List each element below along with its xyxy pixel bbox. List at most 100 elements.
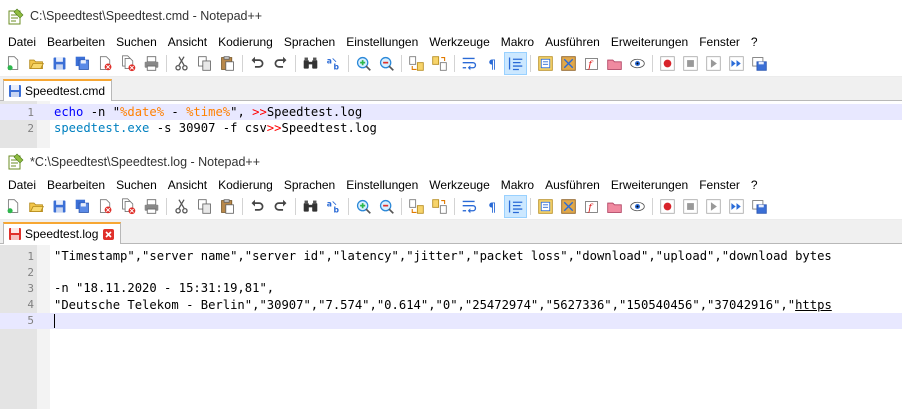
menu-bearbeiten[interactable]: Bearbeiten <box>41 35 110 49</box>
play-macro-icon[interactable] <box>703 53 724 74</box>
save-icon[interactable] <box>49 196 70 217</box>
close-all-icon[interactable] <box>118 53 139 74</box>
menu-fenster[interactable]: Fenster <box>693 35 745 49</box>
menu-makro[interactable]: Makro <box>495 178 539 192</box>
view-in-browser-icon[interactable] <box>627 53 648 74</box>
tab-speedtest-log[interactable]: Speedtest.log <box>3 222 122 244</box>
url-link[interactable]: https <box>795 298 832 312</box>
record-macro-icon[interactable] <box>657 53 678 74</box>
open-file-icon[interactable] <box>26 196 47 217</box>
indent-guide-icon[interactable] <box>504 195 527 218</box>
function-list-icon[interactable] <box>558 196 579 217</box>
editor-area[interactable]: 1 echo -n "%date% - %time%", >>Speedtest… <box>0 101 902 148</box>
document-map-icon[interactable] <box>535 196 556 217</box>
show-all-chars-icon[interactable]: ¶ <box>482 53 503 74</box>
stop-macro-icon[interactable] <box>680 53 701 74</box>
title-bar[interactable]: *C:\Speedtest\Speedtest.log - Notepad++ <box>0 148 902 175</box>
stop-macro-icon[interactable] <box>680 196 701 217</box>
word-wrap-icon[interactable] <box>459 53 480 74</box>
word-wrap-icon[interactable] <box>459 196 480 217</box>
find-icon[interactable] <box>300 196 321 217</box>
save-macro-icon[interactable] <box>749 53 770 74</box>
menu-help[interactable]: ? <box>745 35 763 49</box>
undo-icon[interactable] <box>247 53 268 74</box>
code-line[interactable]: 5 <box>0 312 902 329</box>
menu-werkzeuge[interactable]: Werkzeuge <box>423 178 494 192</box>
zoom-in-icon[interactable] <box>353 196 374 217</box>
save-all-icon[interactable] <box>72 196 93 217</box>
copy-icon[interactable] <box>194 196 215 217</box>
menu-kodierung[interactable]: Kodierung <box>212 178 278 192</box>
menu-ausf-hren[interactable]: Ausführen <box>539 178 605 192</box>
copy-icon[interactable] <box>194 53 215 74</box>
menu-datei[interactable]: Datei <box>2 35 41 49</box>
close-icon[interactable] <box>95 53 116 74</box>
print-icon[interactable] <box>141 53 162 74</box>
menu-kodierung[interactable]: Kodierung <box>212 35 278 49</box>
run-macro-multiple-icon[interactable] <box>726 53 747 74</box>
code-line[interactable]: 1 echo -n "%date% - %time%", >>Speedtest… <box>0 104 902 120</box>
save-icon[interactable] <box>49 53 70 74</box>
menu-ansicht[interactable]: Ansicht <box>162 178 212 192</box>
replace-icon[interactable]: ab <box>323 196 344 217</box>
sync-vertical-icon[interactable] <box>406 196 427 217</box>
run-macro-multiple-icon[interactable] <box>726 196 747 217</box>
code-line[interactable]: 3 -n "18.11.2020 - 15:31:19,81", <box>0 280 902 296</box>
function-list-icon[interactable] <box>558 53 579 74</box>
menu-help[interactable]: ? <box>745 178 763 192</box>
code-line[interactable]: 4 "Deutsche Telekom - Berlin","30907","7.… <box>0 297 902 313</box>
menu-erweiterungen[interactable]: Erweiterungen <box>605 178 693 192</box>
paste-icon[interactable] <box>217 53 238 74</box>
save-macro-icon[interactable] <box>749 196 770 217</box>
menu-datei[interactable]: Datei <box>2 178 41 192</box>
menu-werkzeuge[interactable]: Werkzeuge <box>423 35 494 49</box>
save-all-icon[interactable] <box>72 53 93 74</box>
tab-speedtest-cmd[interactable]: Speedtest.cmd <box>3 79 113 101</box>
record-macro-icon[interactable] <box>657 196 678 217</box>
document-map-icon[interactable] <box>535 53 556 74</box>
close-all-icon[interactable] <box>118 196 139 217</box>
menu-makro[interactable]: Makro <box>495 35 539 49</box>
sync-horizontal-icon[interactable] <box>429 53 450 74</box>
sync-horizontal-icon[interactable] <box>429 196 450 217</box>
indent-guide-icon[interactable] <box>504 52 527 75</box>
code-line[interactable]: 1 "Timestamp","server name","server id","… <box>0 248 902 264</box>
zoom-out-icon[interactable] <box>376 196 397 217</box>
code-line[interactable]: 2 speedtest.exe -s 30907 -f csv>>Speedte… <box>0 120 902 136</box>
menu-einstellungen[interactable]: Einstellungen <box>340 178 423 192</box>
cut-icon[interactable] <box>171 53 192 74</box>
paste-icon[interactable] <box>217 196 238 217</box>
play-macro-icon[interactable] <box>703 196 724 217</box>
menu-ausf-hren[interactable]: Ausführen <box>539 35 605 49</box>
new-file-icon[interactable] <box>3 53 24 74</box>
undo-icon[interactable] <box>247 196 268 217</box>
sync-vertical-icon[interactable] <box>406 53 427 74</box>
title-bar[interactable]: C:\Speedtest\Speedtest.cmd - Notepad++ <box>0 0 902 32</box>
monitoring-icon[interactable] <box>604 53 625 74</box>
menu-suchen[interactable]: Suchen <box>110 178 162 192</box>
cut-icon[interactable] <box>171 196 192 217</box>
menu-bearbeiten[interactable]: Bearbeiten <box>41 178 110 192</box>
menu-erweiterungen[interactable]: Erweiterungen <box>605 35 693 49</box>
code-line[interactable]: 2 <box>0 264 902 280</box>
menu-sprachen[interactable]: Sprachen <box>278 35 340 49</box>
redo-icon[interactable] <box>270 53 291 74</box>
view-in-browser-icon[interactable] <box>627 196 648 217</box>
print-icon[interactable] <box>141 196 162 217</box>
menu-fenster[interactable]: Fenster <box>693 178 745 192</box>
monitoring-icon[interactable] <box>604 196 625 217</box>
close-tab-icon[interactable] <box>102 228 114 240</box>
replace-icon[interactable]: ab <box>323 53 344 74</box>
find-icon[interactable] <box>300 53 321 74</box>
menu-einstellungen[interactable]: Einstellungen <box>340 35 423 49</box>
show-all-chars-icon[interactable]: ¶ <box>482 196 503 217</box>
folder-as-workspace-icon[interactable]: f <box>581 196 602 217</box>
menu-suchen[interactable]: Suchen <box>110 35 162 49</box>
zoom-out-icon[interactable] <box>376 53 397 74</box>
folder-as-workspace-icon[interactable]: f <box>581 53 602 74</box>
redo-icon[interactable] <box>270 196 291 217</box>
zoom-in-icon[interactable] <box>353 53 374 74</box>
menu-ansicht[interactable]: Ansicht <box>162 35 212 49</box>
new-file-icon[interactable] <box>3 196 24 217</box>
editor-area[interactable]: 1 "Timestamp","server name","server id","… <box>0 245 902 409</box>
